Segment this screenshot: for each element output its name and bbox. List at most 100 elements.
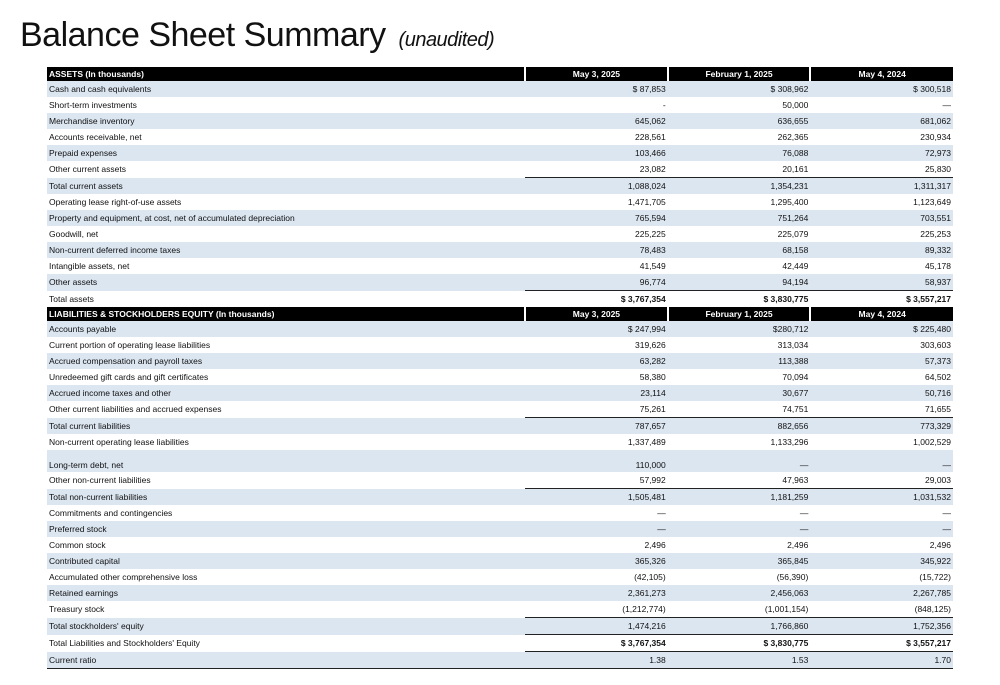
row-value: 103,466: [525, 145, 668, 161]
row-value: —: [810, 521, 953, 537]
table-row: Cash and cash equivalents $ 87,853 $ 308,9…: [47, 81, 953, 97]
row-value: 41,549: [639, 261, 666, 271]
table-row: Operating lease right-of-use assets 1,471…: [47, 194, 953, 210]
row-value: 113,388: [667, 353, 811, 369]
page-title-text: Balance Sheet Summary: [20, 16, 386, 54]
row-value: 882,656: [667, 417, 811, 434]
row-value: (1,001,154): [764, 604, 809, 614]
row-value: 74,751: [782, 404, 809, 414]
row-value: —: [657, 508, 666, 518]
row-value: 58,380: [639, 372, 666, 382]
row-value: 1,295,400: [770, 197, 809, 207]
row-value: 703,551: [810, 210, 953, 226]
row-value: 30,677: [667, 385, 811, 401]
table-row: Common stock 2,496 2,496 2,496: [47, 537, 953, 553]
row-label: Goodwill, net: [49, 229, 99, 239]
row-label: Unredeemed gift cards and gift certifica…: [49, 372, 209, 382]
row-value: 773,329: [810, 417, 953, 434]
row-value: 1,766,860: [667, 617, 811, 635]
row-value: 64,502: [925, 372, 951, 382]
row-label: Treasury stock: [49, 604, 105, 615]
row-value: 57,373: [810, 353, 953, 369]
table-row: Contributed capital 365,326 365,845 345,922: [47, 553, 953, 569]
row-value: 1,354,231: [667, 177, 811, 194]
row-value: 681,062: [810, 113, 953, 129]
table-row: Other current liabilities and accrued ex…: [47, 401, 953, 418]
row-value: 1,002,529: [913, 437, 951, 447]
row-value: (56,390): [776, 572, 809, 582]
row-value: 50,716: [810, 385, 953, 401]
table-row: Property and equipment, at cost, net of …: [47, 210, 953, 226]
table-row: Short-term investments - 50,000 —: [47, 97, 953, 113]
row-value: 71,655: [925, 404, 951, 414]
subtotal-row: Total current assets 1,088,024 1,354,231 1,…: [47, 177, 953, 194]
row-value: 1.38: [525, 651, 668, 669]
column-header-feb-2025: February 1, 2025: [667, 307, 812, 321]
row-value: —: [525, 521, 668, 537]
table-row: Preferred stock — — —: [47, 521, 953, 537]
column-header-may-2024: May 4, 2024: [810, 307, 953, 321]
row-value: -: [662, 100, 666, 110]
row-value: 23,082: [639, 164, 666, 174]
row-value: 75,261: [639, 404, 666, 414]
row-label: Non-current operating lease liabilities: [49, 437, 189, 447]
table-row: Accounts payable $ 247,994 $280,712 $ 225,4…: [47, 321, 953, 337]
assets-header-label: ASSETS (In thousands): [47, 67, 527, 81]
row-label: Current ratio: [47, 651, 526, 669]
liabilities-header-row: LIABILITIES & STOCKHOLDERS EQUITY (In th…: [47, 307, 953, 321]
row-value: 94,194: [667, 274, 811, 291]
column-header-feb-2025: February 1, 2025: [667, 67, 812, 81]
row-value: $ 3,767,354: [525, 634, 668, 652]
table-row: Accounts receivable, net 228,561 262,365 23…: [47, 129, 953, 145]
row-value: 47,963: [782, 475, 809, 485]
balance-sheet-table: ASSETS (In thousands) May 3, 2025 Februa…: [47, 67, 953, 669]
row-value: 1,311,317: [810, 177, 953, 194]
row-value: 25,830: [925, 164, 951, 174]
row-value: 1,752,356: [810, 617, 953, 635]
row-value: 1,088,024: [525, 177, 668, 194]
row-value: 1,474,216: [525, 617, 668, 635]
row-value: 20,161: [782, 164, 809, 174]
table-row: Accumulated other comprehensive loss (42,…: [47, 569, 953, 585]
page-subtitle: (unaudited): [398, 29, 495, 51]
table-row: Commitments and contingencies — — —: [47, 505, 953, 521]
row-label: Current portion of operating lease liabi…: [49, 340, 211, 350]
row-value: $ 247,994: [525, 321, 668, 337]
row-value: 645,062: [525, 113, 668, 129]
page-title: Balance Sheet Summary (unaudited): [20, 16, 495, 64]
table-row: Prepaid expenses 103,466 76,088 72,973: [47, 145, 953, 161]
row-label: Commitments and contingencies: [49, 508, 173, 518]
row-value: 2,496: [787, 540, 809, 550]
row-value: 50,000: [782, 100, 809, 110]
row-value: 345,922: [810, 553, 953, 569]
row-value: (1,212,774): [622, 604, 666, 614]
row-value: $ 300,518: [810, 81, 953, 97]
row-value: 225,225: [635, 229, 666, 239]
row-value: 230,934: [920, 132, 951, 142]
row-value: 57,992: [639, 475, 666, 485]
row-value: 1,181,259: [667, 488, 811, 505]
row-value: —: [667, 450, 811, 472]
row-value: $ 3,557,217: [810, 634, 953, 652]
row-label: Preferred stock: [47, 521, 526, 537]
row-label: Accounts receivable, net: [49, 132, 142, 142]
row-value: 751,264: [667, 210, 811, 226]
row-value: 110,000: [525, 450, 668, 472]
row-value: 72,973: [810, 145, 953, 161]
table-row: Goodwill, net 225,225 225,079 225,253: [47, 226, 953, 242]
table-row: Current portion of operating lease liabi…: [47, 337, 953, 353]
row-label: Intangible assets, net: [49, 261, 130, 271]
subtotal-row: Total stockholders' equity 1,474,216 1,766…: [47, 617, 953, 635]
row-label: Common stock: [49, 540, 106, 550]
row-label: Property and equipment, at cost, net of …: [47, 210, 526, 226]
table-row: Current ratio 1.38 1.53 1.70: [47, 651, 953, 669]
row-value: 76,088: [667, 145, 811, 161]
row-label: Merchandise inventory: [47, 113, 526, 129]
row-value: 70,094: [782, 372, 809, 382]
row-value: 1,505,481: [525, 488, 668, 505]
column-header-may-2025: May 3, 2025: [525, 67, 669, 81]
liabilities-header-label: LIABILITIES & STOCKHOLDERS EQUITY (In th…: [47, 307, 527, 321]
table-row: Other assets 96,774 94,194 58,937: [47, 274, 953, 291]
row-value: 225,079: [777, 229, 809, 239]
row-value: 42,449: [782, 261, 809, 271]
